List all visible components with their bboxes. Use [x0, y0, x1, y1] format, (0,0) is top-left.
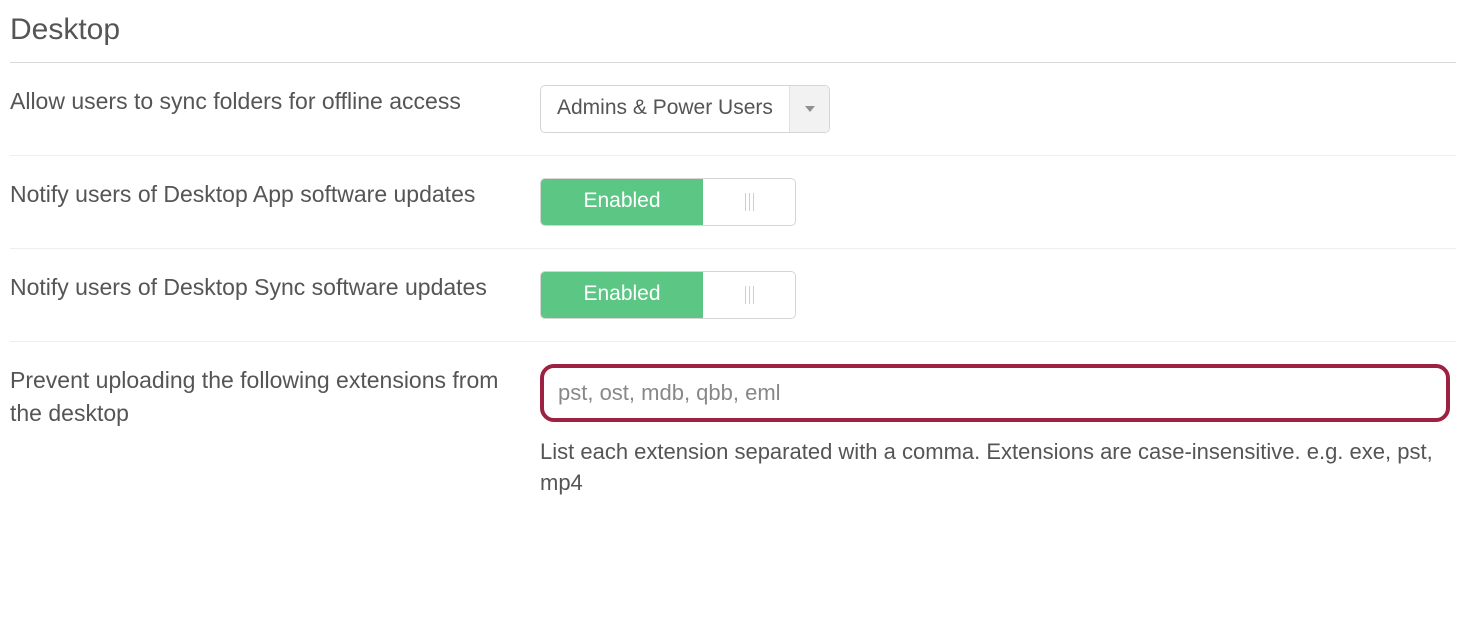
label-sync-updates: Notify users of Desktop Sync software up…	[10, 271, 540, 304]
app-updates-toggle[interactable]: Enabled	[540, 178, 796, 226]
toggle-state-label: Enabled	[541, 272, 703, 318]
label-app-updates: Notify users of Desktop App software upd…	[10, 178, 540, 211]
row-sync-updates: Notify users of Desktop Sync software up…	[10, 249, 1456, 342]
toggle-grip-icon	[703, 272, 795, 318]
label-blocked-extensions: Prevent uploading the following extensio…	[10, 364, 540, 431]
blocked-extensions-highlight	[540, 364, 1450, 422]
dropdown-selected-value: Admins & Power Users	[541, 86, 789, 132]
sync-offline-dropdown[interactable]: Admins & Power Users	[540, 85, 830, 133]
sync-updates-toggle[interactable]: Enabled	[540, 271, 796, 319]
toggle-grip-icon	[703, 179, 795, 225]
toggle-state-label: Enabled	[541, 179, 703, 225]
row-app-updates: Notify users of Desktop App software upd…	[10, 156, 1456, 249]
section-title: Desktop	[10, 8, 1456, 52]
desktop-settings-panel: Desktop Allow users to sync folders for …	[0, 0, 1466, 541]
chevron-down-icon	[789, 86, 829, 132]
label-sync-offline: Allow users to sync folders for offline …	[10, 85, 540, 118]
row-blocked-extensions: Prevent uploading the following extensio…	[10, 342, 1456, 522]
row-sync-offline: Allow users to sync folders for offline …	[10, 63, 1456, 156]
blocked-extensions-help: List each extension separated with a com…	[540, 436, 1450, 500]
blocked-extensions-input[interactable]	[554, 372, 1436, 414]
